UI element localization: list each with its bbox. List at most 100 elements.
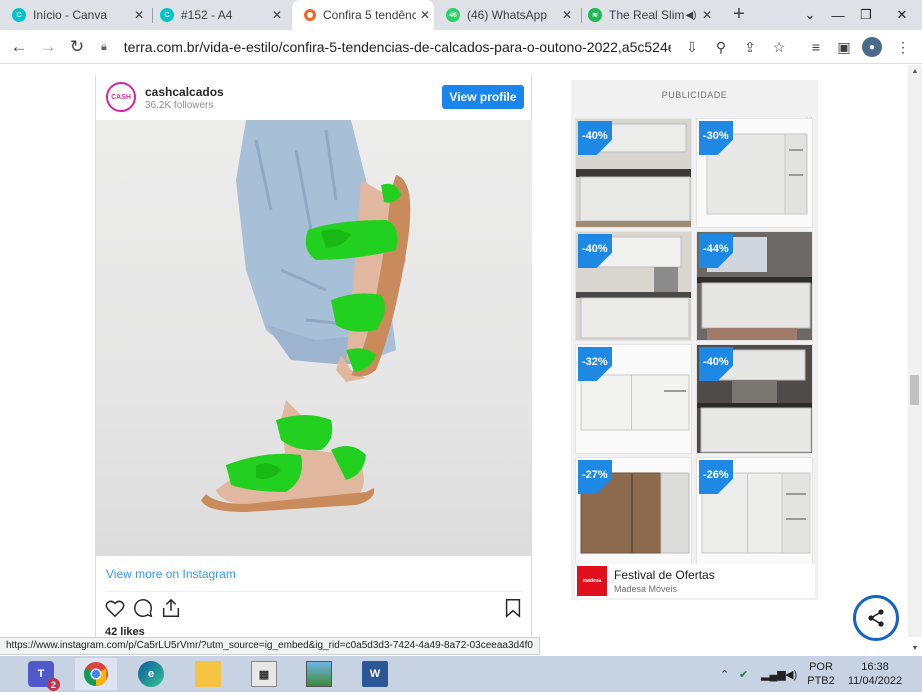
spotify-icon: ≋ (588, 8, 602, 22)
bookmark-star-icon[interactable]: ☆ (769, 37, 789, 57)
tab-spotify[interactable]: ≋ The Real Slim ◀) ✕ (588, 0, 716, 30)
install-app-icon[interactable]: ⇩ (682, 37, 702, 57)
view-profile-button[interactable]: View profile (442, 85, 524, 109)
calculator-icon: ▦ (251, 661, 277, 687)
calculator-app[interactable]: ▦ (243, 658, 285, 690)
taskbar: T 2 e ▦ W ⌃ ✔ ▂▄▆ ◀) POR PTB2 16:38 11/0… (0, 656, 922, 692)
avatar-text: CASH (111, 93, 131, 101)
ad-product-3[interactable]: -40% (575, 231, 692, 341)
terra-icon (304, 9, 316, 21)
tab-label: Início - Canva (33, 8, 108, 22)
instagram-photo[interactable] (96, 120, 532, 556)
comment-icon[interactable] (132, 597, 154, 619)
system-clock[interactable]: 16:38 11/04/2022 (846, 660, 904, 688)
restore-button[interactable]: ❐ (852, 0, 880, 30)
scrollbar-thumb[interactable] (910, 375, 919, 405)
tab-terra-active[interactable]: Confira 5 tendências ✕ (292, 0, 434, 30)
instagram-header: CASH cashcalcados 36.2K followers View p… (96, 75, 533, 120)
tab-whatsapp[interactable]: 46 (46) WhatsApp ✕ (446, 0, 576, 30)
share-icon[interactable] (160, 597, 182, 619)
heart-icon[interactable] (104, 597, 126, 619)
close-window-button[interactable]: ✕ (888, 0, 916, 30)
teams-icon: T 2 (28, 661, 60, 691)
chrome-app[interactable] (75, 658, 117, 690)
tab-canva-home[interactable]: C Início - Canva ✕ (12, 0, 148, 30)
ad-footer[interactable]: madesa Festival de Ofertas Madesa Móveis (575, 564, 815, 598)
ad-brand: Madesa Móveis (614, 584, 678, 594)
tab-strip: C Início - Canva ✕ C #152 - A4 ✕ Confira… (0, 0, 922, 30)
language-indicator[interactable]: POR PTB2 (806, 660, 836, 688)
language-code: POR (809, 661, 833, 673)
avatar[interactable]: CASH (106, 82, 136, 112)
forward-button[interactable]: → (37, 36, 59, 58)
new-tab-button[interactable]: + (729, 4, 749, 25)
teams-app[interactable]: T 2 (20, 658, 62, 691)
discount-text: -30% (703, 130, 729, 142)
scroll-down-icon[interactable]: ▼ (908, 643, 922, 655)
address-bar[interactable]: 🔒︎ terra.com.br/vida-e-estilo/confira-5-… (101, 33, 671, 61)
show-hidden-icons[interactable]: ⌃ (720, 656, 729, 692)
photos-app[interactable] (298, 658, 340, 690)
close-tab-icon[interactable]: ✕ (130, 6, 148, 24)
tab-label: #152 - A4 (181, 8, 233, 22)
madesa-logo: madesa (577, 566, 607, 596)
discount-text: -40% (703, 356, 729, 368)
tab-label: Confira 5 tendências (323, 8, 416, 22)
instagram-username[interactable]: cashcalcados (145, 85, 224, 99)
word-app[interactable]: W (354, 658, 396, 690)
tab-separator (581, 8, 582, 23)
clock-time: 16:38 (861, 661, 889, 673)
file-explorer-app[interactable] (187, 658, 229, 690)
close-tab-icon[interactable]: ✕ (558, 6, 576, 24)
page-content: CASH cashcalcados 36.2K followers View p… (0, 65, 908, 637)
security-icon[interactable]: ✔ (739, 656, 748, 692)
share-floating-button[interactable] (853, 595, 899, 641)
ad-product-5[interactable]: -32% (575, 344, 692, 454)
ad-product-7[interactable]: -27% (575, 457, 692, 567)
keyboard-layout: PTB2 (807, 675, 835, 687)
reload-button[interactable]: ↻ (66, 36, 88, 58)
edge-icon: e (138, 661, 164, 687)
discount-text: -40% (582, 130, 608, 142)
ad-product-8[interactable]: -26% (696, 457, 813, 567)
page-scrollbar[interactable] (908, 65, 922, 637)
volume-icon[interactable]: ◀) (785, 656, 797, 692)
address-url: terra.com.br/vida-e-estilo/confira-5-ten… (123, 39, 671, 55)
scroll-up-icon[interactable]: ▲ (908, 66, 922, 78)
close-tab-icon[interactable]: ✕ (268, 6, 286, 24)
ad-product-4[interactable]: -44% (696, 231, 813, 341)
discount-text: -27% (582, 469, 608, 481)
browser-toolbar: ← → ↻ 🔒︎ terra.com.br/vida-e-estilo/conf… (0, 30, 922, 64)
canva-icon: C (160, 8, 174, 22)
word-icon: W (362, 661, 388, 687)
ad-product-6[interactable]: -40% (696, 344, 813, 454)
ad-product-2[interactable]: -30% (696, 118, 813, 228)
zoom-icon[interactable]: ⚲ (711, 37, 731, 57)
discount-text: -44% (703, 243, 729, 255)
tab-search-icon[interactable]: ⌄ (796, 0, 824, 30)
chrome-icon (83, 661, 109, 687)
discount-text: -40% (582, 243, 608, 255)
media-control-icon[interactable]: ≡ (806, 37, 826, 57)
bookmark-icon[interactable] (502, 597, 524, 619)
minimize-button[interactable]: — (824, 0, 852, 30)
lock-icon: 🔒︎ (101, 40, 107, 53)
tab-label: (46) WhatsApp (467, 8, 548, 22)
instagram-embed: CASH cashcalcados 36.2K followers View p… (95, 75, 532, 637)
profile-avatar[interactable]: ● (862, 37, 882, 57)
close-tab-icon[interactable]: ✕ (698, 6, 716, 24)
edge-app[interactable]: e (130, 658, 172, 690)
ad-product-1[interactable]: -40% (575, 118, 692, 228)
ad-title: Festival de Ofertas (614, 568, 715, 582)
network-icon[interactable]: ▂▄▆ (761, 656, 786, 692)
view-more-link[interactable]: View more on Instagram (106, 567, 236, 581)
status-url: https://www.instagram.com/p/Ca5rLU5rVmr/… (0, 637, 540, 655)
tab-canva-a4[interactable]: C #152 - A4 ✕ (160, 0, 286, 30)
back-button[interactable]: ← (8, 36, 30, 58)
sandal-photo (201, 120, 411, 512)
side-panel-icon[interactable]: ▣ (834, 37, 854, 57)
close-tab-icon[interactable]: ✕ (416, 6, 434, 24)
menu-icon[interactable]: ⋮ (893, 37, 913, 57)
share-icon[interactable]: ⇪ (740, 37, 760, 57)
speaker-icon[interactable]: ◀) (684, 6, 698, 24)
